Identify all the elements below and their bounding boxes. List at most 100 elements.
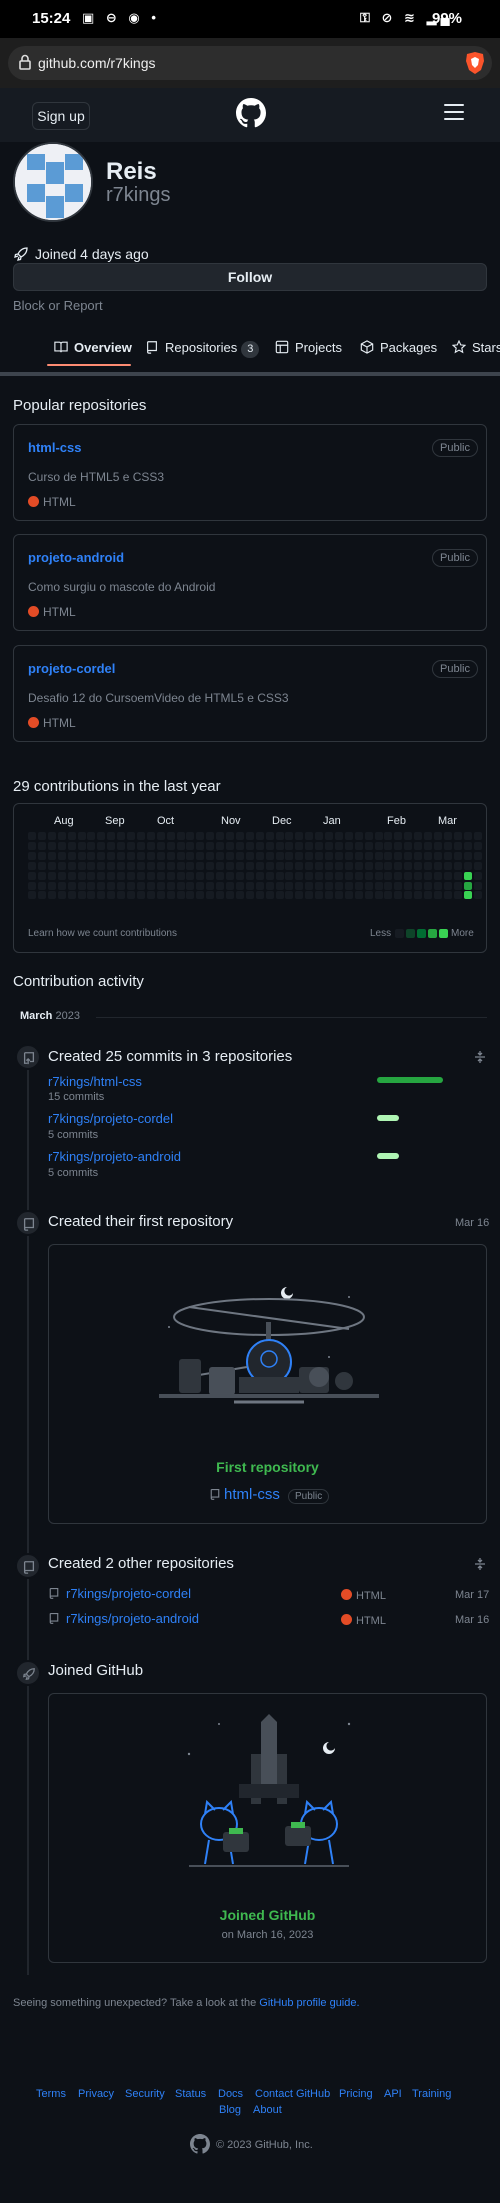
tab-overview[interactable]: Overview	[54, 340, 132, 355]
contribution-cell	[216, 832, 225, 840]
tab-repositories[interactable]: Repositories 3	[145, 340, 260, 358]
contribution-cell	[275, 871, 284, 880]
contribution-cell	[463, 881, 472, 890]
tab-projects[interactable]: Projects	[275, 340, 342, 355]
repo-link[interactable]: projeto-cordel	[28, 661, 115, 676]
created-repo-link[interactable]: r7kings/projeto-cordel	[66, 1586, 191, 1601]
contribution-cell	[186, 832, 195, 840]
legend-more-label: More	[451, 928, 474, 939]
contribution-cell	[394, 832, 403, 840]
contribution-cell	[166, 871, 175, 880]
commits-event-title: Created 25 commits in 3 repositories	[48, 1048, 293, 1065]
repo-link[interactable]: html-css	[28, 440, 81, 455]
contribution-cell	[424, 891, 432, 900]
repo-link[interactable]: projeto-android	[28, 550, 124, 565]
contribution-cell	[344, 841, 353, 850]
contribution-cell	[156, 851, 165, 860]
commit-count[interactable]: 5 commits	[48, 1167, 98, 1179]
contribution-cell	[384, 841, 393, 850]
contribution-cell	[97, 891, 106, 900]
contribution-cell	[57, 881, 66, 890]
contribution-cell	[404, 891, 413, 900]
contribution-cell	[295, 851, 304, 860]
contribution-cell	[97, 881, 106, 890]
contribution-cell	[443, 891, 452, 900]
commit-progress-bar	[377, 1153, 399, 1159]
contribution-cell	[67, 881, 76, 890]
contribution-cell	[315, 891, 324, 900]
profile-guide-link[interactable]: GitHub profile guide.	[259, 1997, 359, 2009]
block-or-report-link[interactable]: Block or Report	[13, 298, 103, 313]
first-repo-link[interactable]: html-css	[224, 1486, 280, 1503]
sign-up-button[interactable]: Sign up	[32, 102, 90, 130]
notification-icons: ▣ ⊖ ◉ •	[82, 10, 160, 25]
commit-repo-link[interactable]: r7kings/projeto-android	[48, 1149, 181, 1164]
brave-shield-icon[interactable]	[464, 51, 486, 75]
collapse-icon[interactable]	[474, 1557, 486, 1571]
footer-link-contact[interactable]: Contact GitHub	[255, 2088, 330, 2100]
contribution-cell	[77, 851, 86, 860]
footer-link-status[interactable]: Status	[175, 2088, 206, 2100]
footer-link-privacy[interactable]: Privacy	[78, 2088, 114, 2100]
contribution-cell	[285, 832, 294, 840]
contribution-cell	[57, 861, 66, 870]
contribution-cell	[325, 851, 333, 860]
footer-link-about[interactable]: About	[253, 2104, 282, 2116]
contribution-cell	[325, 871, 333, 880]
contribution-cell	[374, 841, 383, 850]
github-logo-icon[interactable]	[236, 98, 266, 128]
commit-repo-link[interactable]: r7kings/projeto-cordel	[48, 1111, 173, 1126]
contribution-cell	[87, 891, 96, 900]
footer-link-training[interactable]: Training	[412, 2088, 451, 2100]
contribution-cell	[305, 841, 314, 850]
follow-button[interactable]: Follow	[13, 263, 487, 291]
tab-packages[interactable]: Packages	[360, 340, 437, 355]
commit-count[interactable]: 5 commits	[48, 1129, 98, 1141]
address-bar[interactable]: github.com/r7kings	[8, 46, 492, 80]
collapse-icon[interactable]	[474, 1050, 486, 1064]
footer-link-security[interactable]: Security	[125, 2088, 165, 2100]
contribution-cell	[463, 891, 472, 900]
footer-link-terms[interactable]: Terms	[36, 2088, 66, 2100]
tab-stars[interactable]: Stars	[452, 340, 500, 355]
footer-link-blog[interactable]: Blog	[219, 2104, 241, 2116]
month-label: Aug	[54, 815, 74, 827]
repo-language: HTML	[341, 1614, 386, 1627]
contribution-cell	[463, 861, 472, 870]
tab-projects-label: Projects	[295, 340, 342, 355]
contribution-cell	[315, 841, 324, 850]
commit-repo-link[interactable]: r7kings/html-css	[48, 1074, 142, 1089]
footer-link-docs[interactable]: Docs	[218, 2088, 243, 2100]
footer-link-api[interactable]: API	[384, 2088, 402, 2100]
contribution-cell	[136, 871, 145, 880]
contribution-cell	[305, 871, 314, 880]
contribution-cell	[285, 841, 294, 850]
contribution-cell	[354, 841, 363, 850]
contribution-cell	[127, 871, 135, 880]
contribution-cell	[136, 891, 145, 900]
footer-link-pricing[interactable]: Pricing	[339, 2088, 373, 2100]
month-divider	[96, 1017, 487, 1018]
octocat-illustration	[187, 1714, 351, 1867]
contribution-cell	[334, 861, 343, 870]
first-repo-event-title: Created their first repository	[48, 1213, 234, 1230]
contribution-cell	[285, 851, 294, 860]
other-repos-event-title: Created 2 other repositories	[48, 1555, 234, 1572]
contribution-cell	[443, 881, 452, 890]
contribution-cell	[235, 881, 244, 890]
tab-packages-label: Packages	[380, 340, 438, 355]
contribution-cell	[196, 891, 205, 900]
first-repository-card: First repository html-css Public	[48, 1244, 487, 1524]
url-text: github.com/r7kings	[38, 55, 156, 71]
contribution-cell	[325, 861, 333, 870]
contribution-cell	[146, 891, 155, 900]
contribution-cell	[265, 861, 274, 870]
contribution-cell	[77, 881, 86, 890]
contribution-cell	[176, 832, 185, 840]
commit-count[interactable]: 15 commits	[48, 1091, 104, 1103]
learn-contributions-link[interactable]: Learn how we count contributions	[28, 928, 177, 939]
menu-hamburger-icon[interactable]	[444, 104, 464, 122]
github-mark-icon[interactable]	[190, 2134, 210, 2154]
created-repo-link[interactable]: r7kings/projeto-android	[66, 1611, 199, 1626]
list-item: r7kings/projeto-android	[48, 1610, 199, 1628]
